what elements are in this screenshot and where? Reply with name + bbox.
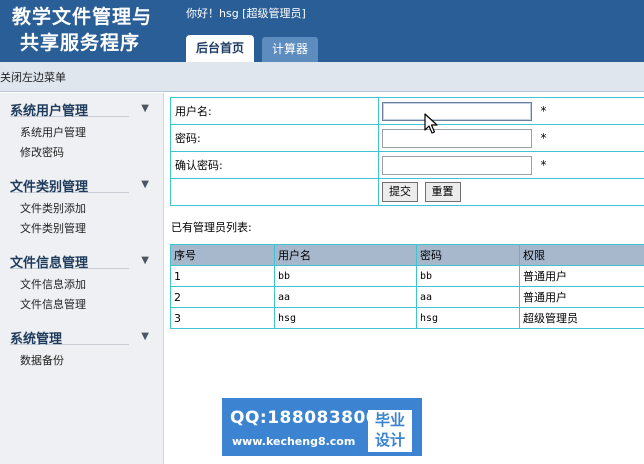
admin-list-title: 已有管理员列表: (171, 221, 252, 234)
password-label: 密码: (170, 124, 379, 152)
password-input[interactable] (382, 128, 532, 148)
reset-button[interactable]: 重置 (424, 182, 461, 202)
cell-index: 1 (170, 265, 275, 287)
sidebar-item-category-manage[interactable]: 文件类别管理 (20, 219, 163, 239)
triangle-down-icon: ▼ (141, 103, 149, 114)
sidebar-item-category-add[interactable]: 文件类别添加 (20, 199, 163, 219)
main-content: 用户名: * 密码: * 确认密码: * 提交 重置 已有管理员列表: 序号 用… (170, 97, 644, 329)
cell-username: aa (274, 286, 417, 308)
table-row: 2 aa aa 普通用户 (170, 286, 644, 308)
watermark-url: www.kecheng8.com (232, 435, 356, 448)
column-header-password: 密码 (416, 244, 520, 266)
username-field-cell: * (378, 97, 644, 125)
sidebar-group-title[interactable]: 系统用户管理 ▼ (10, 93, 149, 119)
column-header-permission: 权限 (519, 244, 644, 266)
column-header-index: 序号 (170, 244, 275, 266)
sidebar-item-file-add[interactable]: 文件信息添加 (20, 275, 163, 295)
username-label: 用户名: (170, 97, 379, 125)
triangle-down-icon: ▼ (141, 331, 149, 342)
required-mark: * (540, 104, 547, 118)
sidebar-group-items: 文件类别添加 文件类别管理 (0, 193, 163, 245)
actions-cell: 提交 重置 (378, 178, 644, 206)
sidebar-group-items: 文件信息添加 文件信息管理 (0, 269, 163, 321)
header: 教学文件管理与 共享服务程序 你好！hsg [超级管理员] 后台首页 计算器 (0, 0, 644, 62)
cell-index: 3 (170, 307, 275, 329)
add-admin-form: 用户名: * 密码: * 确认密码: * 提交 重置 (170, 97, 644, 206)
sidebar: 系统用户管理 ▼ 系统用户管理 修改密码 文件类别管理 ▼ 文件类别添加 文件类… (0, 93, 164, 464)
triangle-down-icon: ▼ (141, 179, 149, 190)
sidebar-group-title-label: 系统用户管理 (10, 104, 89, 119)
sidebar-group-title[interactable]: 系统管理 ▼ (10, 321, 149, 347)
form-row-username: 用户名: * (170, 97, 644, 125)
confirm-password-label: 确认密码: (170, 151, 379, 179)
confirm-password-field-cell: * (378, 151, 644, 179)
sidebar-group-title[interactable]: 文件类别管理 ▼ (10, 169, 149, 195)
table-row: 3 hsg hsg 超级管理员 (170, 307, 644, 329)
sidebar-group-title[interactable]: 文件信息管理 ▼ (10, 245, 149, 271)
sidebar-group-user-management: 系统用户管理 ▼ 系统用户管理 修改密码 (0, 93, 163, 169)
tab-home[interactable]: 后台首页 (186, 35, 254, 62)
cell-index: 2 (170, 286, 275, 308)
tab-calculator[interactable]: 计算器 (262, 37, 318, 62)
admin-list-table: 序号 用户名 密码 权限 1 bb bb 普通用户 2 aa aa 普通用户 3… (170, 244, 644, 329)
watermark-badge-line1: 毕业 (374, 411, 405, 429)
app-title: 教学文件管理与 共享服务程序 (12, 4, 152, 56)
sidebar-group-items: 数据备份 (0, 345, 163, 377)
sidebar-group-title-label: 系统管理 (10, 332, 63, 347)
sidebar-group-file-management: 文件信息管理 ▼ 文件信息添加 文件信息管理 (0, 245, 163, 321)
empty-cell (170, 178, 379, 206)
welcome-text: 你好！hsg [超级管理员] (186, 7, 306, 20)
cell-username: bb (274, 265, 417, 287)
sidebar-item-change-password[interactable]: 修改密码 (20, 143, 163, 163)
form-row-actions: 提交 重置 (170, 178, 644, 206)
sidebar-item-data-backup[interactable]: 数据备份 (20, 351, 163, 371)
app-title-line1: 教学文件管理与 (12, 6, 153, 28)
app-title-line2: 共享服务程序 (20, 32, 141, 54)
cell-password: bb (416, 265, 520, 287)
triangle-down-icon: ▼ (141, 255, 149, 266)
sidebar-group-title-label: 文件类别管理 (10, 180, 89, 195)
form-row-password: 密码: * (170, 124, 644, 152)
required-mark: * (540, 158, 547, 172)
watermark-banner: QQ:188083800 www.kecheng8.com 毕业 设计 (222, 398, 422, 456)
sidebar-item-user-management[interactable]: 系统用户管理 (20, 123, 163, 143)
mouse-cursor-icon (424, 113, 438, 134)
sidebar-group-items: 系统用户管理 修改密码 (0, 117, 163, 169)
column-header-username: 用户名 (274, 244, 417, 266)
sidebar-group-system-management: 系统管理 ▼ 数据备份 (0, 321, 163, 377)
close-left-menu-link[interactable]: 关闭左边菜单 (0, 69, 66, 85)
sidebar-group-title-label: 文件信息管理 (10, 256, 89, 271)
form-row-confirm-password: 确认密码: * (170, 151, 644, 179)
table-header-row: 序号 用户名 密码 权限 (170, 244, 644, 266)
cell-password: hsg (416, 307, 520, 329)
cell-permission: 超级管理员 (519, 307, 644, 329)
cell-permission: 普通用户 (519, 265, 644, 287)
toolbar: 关闭左边菜单 (0, 62, 644, 92)
sidebar-group-category-management: 文件类别管理 ▼ 文件类别添加 文件类别管理 (0, 169, 163, 245)
confirm-password-input[interactable] (382, 155, 532, 175)
required-mark: * (540, 131, 547, 145)
table-row: 1 bb bb 普通用户 (170, 265, 644, 287)
sidebar-item-file-manage[interactable]: 文件信息管理 (20, 295, 163, 315)
cell-username: hsg (274, 307, 417, 329)
cell-password: aa (416, 286, 520, 308)
watermark-badge: 毕业 设计 (368, 410, 412, 452)
submit-button[interactable]: 提交 (382, 182, 418, 202)
password-field-cell: * (378, 124, 644, 152)
watermark-qq: QQ:188083800 (230, 408, 379, 428)
cell-permission: 普通用户 (519, 286, 644, 308)
username-input[interactable] (382, 101, 532, 121)
watermark-badge-line2: 设计 (374, 431, 405, 449)
